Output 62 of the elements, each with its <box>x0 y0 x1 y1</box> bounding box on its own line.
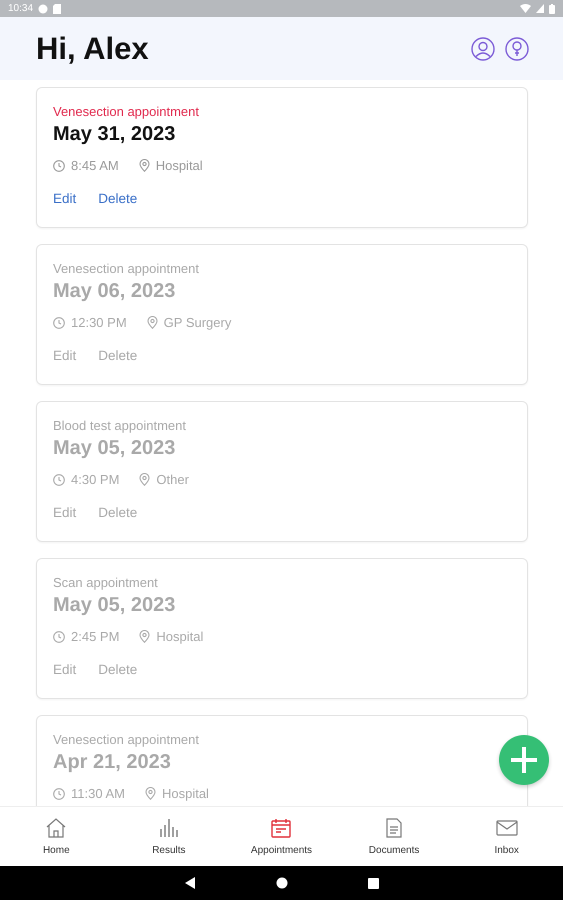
status-time: 10:34 <box>8 3 34 14</box>
action-link[interactable]: Edit <box>53 348 76 363</box>
nav-tab[interactable]: Appointments <box>231 817 332 856</box>
clock-icon <box>53 474 65 486</box>
appointment-type: Blood test appointment <box>53 418 187 433</box>
location-pin-icon <box>138 159 150 172</box>
action-link[interactable]: Edit <box>53 662 76 677</box>
appointment-card[interactable]: Venesection appointment May 31, 2023 8:45 AM Hospital Edit Delete <box>36 87 528 228</box>
appointment-location: GP Surgery <box>164 315 232 330</box>
location-pin-icon <box>139 473 150 486</box>
home-icon <box>45 817 68 839</box>
action-link[interactable]: Delete <box>98 191 138 206</box>
appointment-time: 8:45 AM <box>71 158 119 173</box>
appointment-time: 11:30 AM <box>71 786 125 801</box>
calendar-icon <box>270 817 292 839</box>
appointment-type: Venesection appointment <box>53 732 200 747</box>
clock-icon <box>53 316 65 328</box>
appointment-card[interactable]: Venesection appointment May 06, 2023 12:30 PM GP Surgery Edit Delete <box>36 244 528 385</box>
action-link[interactable]: Delete <box>98 505 138 520</box>
action-link[interactable]: Delete <box>98 348 138 363</box>
battery-icon <box>549 4 555 14</box>
signal-icon <box>536 4 544 13</box>
appointment-time: 2:45 PM <box>71 629 120 644</box>
location-pin-icon <box>144 787 156 800</box>
appointment-location: Other <box>156 472 189 487</box>
appointment-date: May 05, 2023 <box>53 594 176 617</box>
appointment-date: May 05, 2023 <box>53 437 176 460</box>
clock-icon <box>53 788 65 800</box>
appointment-type: Venesection appointment <box>53 261 200 276</box>
action-link[interactable]: Edit <box>53 191 76 206</box>
appointment-time: 12:30 PM <box>71 315 127 330</box>
appointment-time: 4:30 PM <box>71 472 120 487</box>
nav-tab[interactable]: Results <box>118 817 219 856</box>
appointment-date: May 06, 2023 <box>53 280 176 303</box>
nav-tab[interactable]: Home <box>6 817 106 856</box>
action-link[interactable]: Delete <box>98 662 138 677</box>
appointment-location: Hospital <box>156 158 203 173</box>
clock-icon <box>53 160 65 172</box>
home-circle-icon[interactable] <box>276 877 288 889</box>
wifi-icon <box>520 4 531 13</box>
appointment-type: Scan appointment <box>53 575 159 590</box>
sd-card-icon <box>53 4 62 14</box>
nav-tab[interactable]: Documents <box>344 817 444 856</box>
location-pin-icon <box>146 316 158 329</box>
appointment-type: Venesection appointment <box>53 104 200 119</box>
nav-tab[interactable]: Inbox <box>456 817 557 856</box>
notification-icon <box>38 4 48 14</box>
clock-icon <box>53 630 65 642</box>
plus-icon <box>509 745 539 775</box>
recents-icon[interactable] <box>368 878 379 888</box>
location-pin-icon <box>139 630 150 643</box>
appointment-card[interactable]: Scan appointment May 05, 2023 2:45 PM Hospital Edit Delete <box>36 558 528 699</box>
appointment-date: May 31, 2023 <box>53 123 176 146</box>
appointment-location: Hospital <box>156 629 204 644</box>
action-link[interactable]: Edit <box>53 505 76 520</box>
appointment-card[interactable]: Blood test appointment May 05, 2023 4:30 PM Other Edit Delete <box>36 401 528 542</box>
back-icon[interactable] <box>184 877 196 889</box>
appointment-date: Apr 21, 2023 <box>53 751 172 774</box>
appointment-location: Hospital <box>162 786 209 801</box>
greeting-title: Hi, Alex <box>36 30 150 66</box>
bar-chart-icon <box>158 817 180 839</box>
profile-icon[interactable] <box>471 36 495 60</box>
